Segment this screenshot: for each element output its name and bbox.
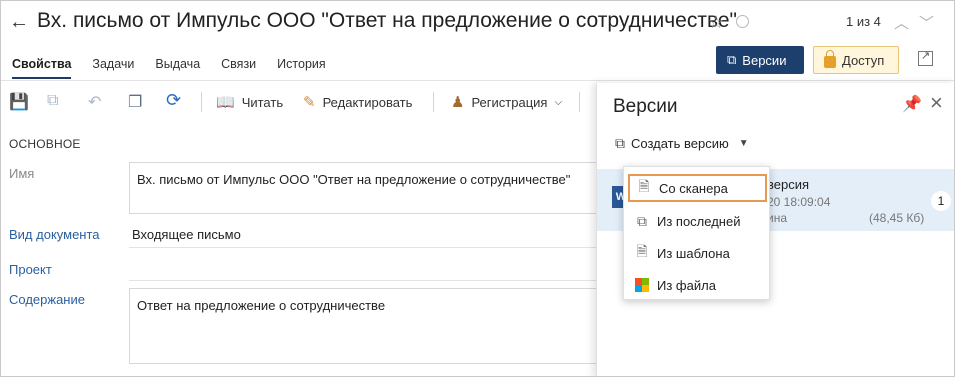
save-icon[interactable]: 💾 xyxy=(9,92,29,112)
lock-icon xyxy=(824,49,836,68)
pencil-icon: ✎ xyxy=(303,94,316,111)
version-size: (48,45 Кб) xyxy=(869,211,925,225)
menu-item-from-last[interactable]: ⧉ Из последней xyxy=(628,207,767,235)
chevron-down-icon: ⌵ xyxy=(554,96,563,108)
tab-links[interactable]: Связи xyxy=(221,51,256,79)
menu-item-label: Из шаблона xyxy=(657,245,730,261)
access-button-label: Доступ xyxy=(842,52,885,68)
menu-item-from-file[interactable]: Из файла xyxy=(628,271,767,299)
name-label: Имя xyxy=(9,166,35,181)
undo-icon[interactable]: ↶ xyxy=(88,92,101,112)
read-button[interactable]: 📖 Читать xyxy=(216,93,283,111)
toolbar-separator xyxy=(201,92,202,112)
doctype-value[interactable]: Входящее письмо xyxy=(132,227,241,242)
back-arrow-icon[interactable]: ← xyxy=(9,11,29,33)
pager-counter: 1 из 4 xyxy=(846,14,881,29)
doctype-label[interactable]: Вид документа xyxy=(9,227,100,242)
status-circle-icon[interactable] xyxy=(736,15,749,28)
tabs-divider xyxy=(1,80,954,81)
registration-button-label: Регистрация xyxy=(471,94,548,110)
content-label[interactable]: Содержание xyxy=(9,292,85,307)
save-copy-icon[interactable]: ⧉ xyxy=(47,92,58,110)
edit-button-label: Редактировать xyxy=(322,94,413,110)
versions-button[interactable]: ⧉ Версии xyxy=(716,46,804,74)
book-icon: 📖 xyxy=(216,94,235,111)
refresh-icon[interactable]: ⟳ xyxy=(166,90,181,111)
tab-history[interactable]: История xyxy=(277,51,325,79)
template-icon: 🗎 xyxy=(636,243,648,259)
version-date: 20 18:09:04 xyxy=(767,195,831,209)
toolbar-separator xyxy=(433,92,434,112)
menu-item-label: Из последней xyxy=(657,213,741,229)
new-version-icon: ⧉ xyxy=(615,135,625,151)
version-author: ина xyxy=(767,211,788,225)
versions-icon: ⧉ xyxy=(727,52,737,67)
scanner-doc-icon: 🗎 xyxy=(638,178,650,194)
document-card-window: ← Вх. письмо от Импульс ООО "Ответ на пр… xyxy=(0,0,955,377)
menu-item-label: Со сканера xyxy=(659,180,728,196)
project-label[interactable]: Проект xyxy=(9,262,52,277)
toolbar-separator xyxy=(579,92,580,112)
panel-title: Версии xyxy=(613,96,678,117)
copy-icon[interactable]: ❐ xyxy=(128,92,142,112)
create-version-menu: 🗎 Со сканера ⧉ Из последней 🗎 Из шаблона… xyxy=(623,166,770,300)
access-button[interactable]: Доступ xyxy=(813,46,899,74)
favorite-star-icon[interactable]: ☆ xyxy=(708,12,724,33)
close-icon[interactable]: × xyxy=(930,90,943,116)
chevron-down-icon: ▼ xyxy=(738,138,749,149)
menu-item-label: Из файла xyxy=(657,277,716,293)
toolbar: 💾 ⧉ ↶ ❐ ⟳ 📖 Читать ✎ Редактировать ♟ Рег… xyxy=(1,87,601,115)
content-field[interactable]: Ответ на предложение о сотрудничестве xyxy=(129,288,599,364)
menu-item-from-scanner[interactable]: 🗎 Со сканера xyxy=(628,174,767,202)
create-version-label: Создать версию xyxy=(631,136,729,151)
versions-button-label: Версии xyxy=(742,52,787,68)
copy-last-icon: ⧉ xyxy=(637,212,647,229)
name-field[interactable]: Вх. письмо от Импульс ООО "Ответ на пред… xyxy=(129,162,599,214)
read-button-label: Читать xyxy=(241,94,284,110)
tab-bar: Свойства Задачи Выдача Связи История xyxy=(1,51,336,79)
section-header: ОСНОВНОЕ xyxy=(9,137,81,151)
pin-icon[interactable]: 📌 xyxy=(902,94,922,114)
stamp-icon: ♟ xyxy=(451,94,465,111)
tab-properties[interactable]: Свойства xyxy=(12,51,72,79)
field-underline xyxy=(129,247,599,248)
page-title: Вх. письмо от Импульс ООО "Ответ на пред… xyxy=(37,9,738,32)
version-name: версия xyxy=(767,177,810,192)
version-number-badge: 1 xyxy=(931,191,951,211)
open-external-icon[interactable] xyxy=(918,49,933,66)
field-underline xyxy=(129,280,599,281)
create-version-button[interactable]: ⧉ Создать версию ▼ xyxy=(615,135,749,152)
tab-tasks[interactable]: Задачи xyxy=(92,51,134,79)
registration-button[interactable]: ♟ Регистрация ⌵ xyxy=(451,93,562,111)
edit-button[interactable]: ✎ Редактировать xyxy=(303,93,412,111)
menu-item-from-template[interactable]: 🗎 Из шаблона xyxy=(628,239,767,267)
tab-issuance[interactable]: Выдача xyxy=(155,51,200,79)
chevron-down-icon[interactable]: ﹀ xyxy=(919,12,934,33)
windows-logo-icon xyxy=(635,277,649,293)
chevron-up-icon[interactable]: ︿ xyxy=(894,12,909,33)
